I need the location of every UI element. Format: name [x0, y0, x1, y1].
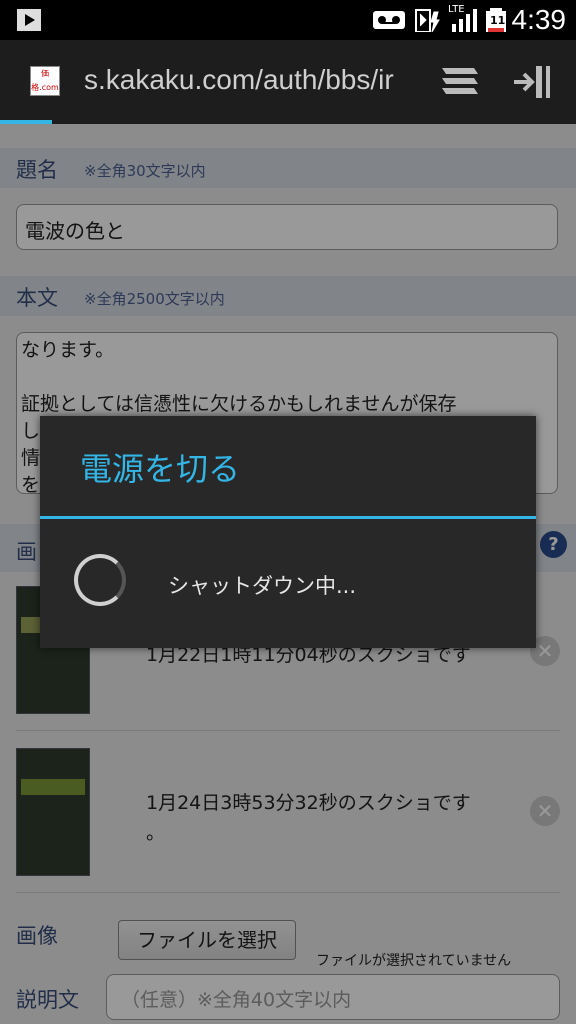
- dialog-title: 電源を切る: [80, 450, 241, 488]
- browser-toolbar: 価格.com s.kakaku.com/auth/bbs/ir: [0, 40, 576, 124]
- power-off-dialog: 電源を切る シャットダウン中...: [40, 416, 536, 648]
- site-favicon: 価格.com: [30, 66, 60, 96]
- progress-spinner-icon: [74, 554, 126, 606]
- clock: 4:39: [511, 4, 567, 35]
- dialog-message: シャットダウン中...: [168, 574, 357, 598]
- signal-icon: [452, 9, 477, 32]
- status-bar: LTE 11 4:39: [0, 0, 576, 40]
- play-store-icon: [17, 9, 41, 31]
- address-bar[interactable]: s.kakaku.com/auth/bbs/ir: [84, 64, 410, 96]
- dialog-title-divider: [40, 516, 536, 519]
- tabs-icon[interactable]: [440, 64, 480, 98]
- battery-level: 11: [490, 14, 506, 27]
- voicemail-icon: [373, 11, 405, 29]
- menu-exit-icon[interactable]: [512, 64, 552, 98]
- wifi-direct-icon: [415, 9, 440, 32]
